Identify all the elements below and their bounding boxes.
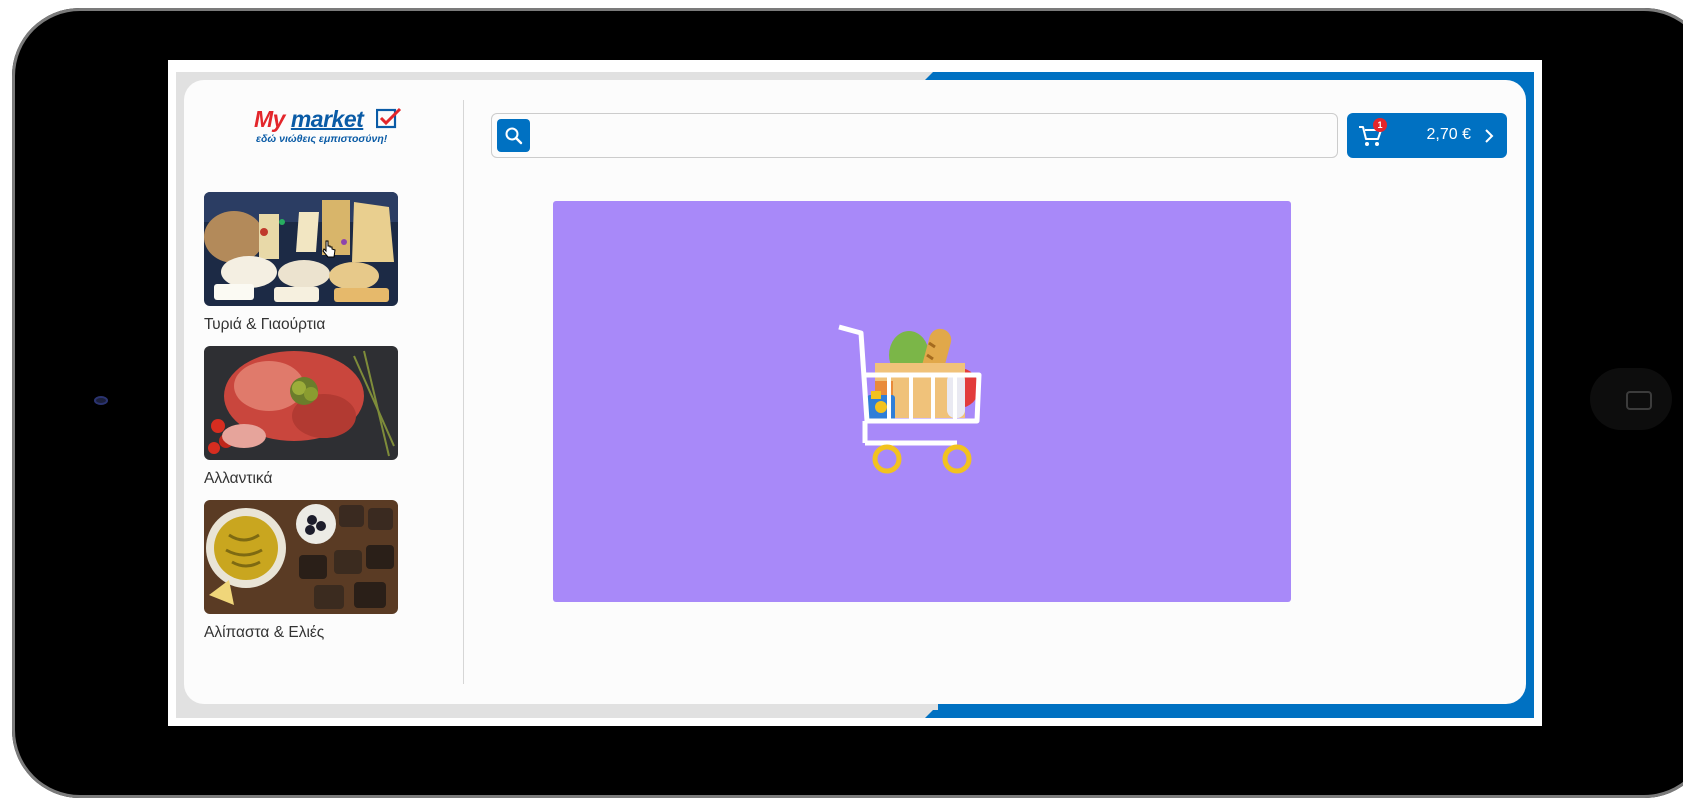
search-icon xyxy=(505,127,523,145)
cart-total: 2,70 € xyxy=(1426,126,1471,143)
tablet-screen: My market εδώ νιώθεις εμπιστοσύνη! Τυριά… xyxy=(168,60,1542,726)
camera-icon xyxy=(94,396,108,405)
logo-tagline: εδώ νιώθεις εμπιστοσύνη! xyxy=(256,133,388,145)
cold-cuts-photo[interactable] xyxy=(204,346,398,460)
pickled-olives-photo[interactable] xyxy=(204,500,398,614)
category-label[interactable]: Αλλαντικά xyxy=(204,470,398,488)
app-card: My market εδώ νιώθεις εμπιστοσύνη! Τυριά… xyxy=(184,80,1526,704)
hand-pointer-icon xyxy=(322,240,336,258)
search-button[interactable] xyxy=(497,119,530,152)
home-button[interactable] xyxy=(1590,368,1672,430)
category-label[interactable]: Αλίπαστα & Ελιές xyxy=(204,624,398,642)
logo-wordmark: My market xyxy=(254,106,364,132)
sidebar-divider xyxy=(463,100,464,684)
brand-logo[interactable]: My market εδώ νιώθεις εμπιστοσύνη! xyxy=(254,104,404,148)
chevron-right-icon xyxy=(1485,129,1494,143)
cheese-photo[interactable] xyxy=(204,192,398,306)
category-cheese-yogurt[interactable]: Τυριά & Γιαούρτια xyxy=(204,192,398,334)
category-label[interactable]: Τυριά & Γιαούρτια xyxy=(204,316,398,334)
sidebar: My market εδώ νιώθεις εμπιστοσύνη! Τυριά… xyxy=(184,80,467,704)
home-square-icon xyxy=(1626,391,1652,410)
cart-button[interactable]: 1 2,70 € xyxy=(1347,113,1507,158)
cart-count-badge: 1 xyxy=(1373,118,1387,132)
promo-banner[interactable] xyxy=(553,201,1291,602)
category-cold-cuts[interactable]: Αλλαντικά xyxy=(204,346,398,488)
category-pickled-olives[interactable]: Αλίπαστα & Ελιές xyxy=(204,500,398,642)
checkbox-logo-icon xyxy=(376,107,402,129)
grocery-cart-illustration xyxy=(838,324,982,474)
search-input[interactable] xyxy=(536,116,1330,156)
search-bar xyxy=(491,113,1338,158)
